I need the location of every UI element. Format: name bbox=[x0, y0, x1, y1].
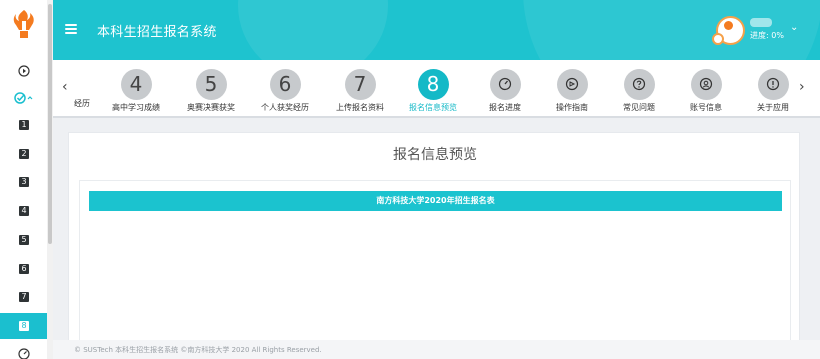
step-label: 高中学习成绩 bbox=[112, 103, 160, 112]
app-title: 本科生招生报名系统 bbox=[97, 25, 217, 40]
sidebar-item-steps-toggle[interactable] bbox=[0, 85, 48, 111]
step-label: 关于应用 bbox=[757, 103, 789, 112]
form-banner: 南方科技大学2020年招生报名表 bbox=[89, 191, 782, 211]
avatar-status-dot bbox=[712, 33, 724, 45]
step-item[interactable]: 6 个人获奖经历 bbox=[249, 69, 321, 113]
sidebar-item-step-5[interactable]: 5 bbox=[0, 227, 48, 253]
preview-container: 南方科技大学2020年招生报名表 bbox=[79, 180, 791, 350]
step-label: 操作指南 bbox=[556, 103, 588, 112]
sidebar-item-step-1[interactable]: 1 bbox=[0, 112, 48, 138]
step-item[interactable]: 5 奥赛决赛获奖 bbox=[175, 69, 247, 113]
step-item[interactable]: 4 高中学习成绩 bbox=[100, 69, 172, 113]
step-navigation: ‹ 经历 4 高中学习成绩 5 奥赛决赛获奖 6 个人获奖经历 7 上传报名资料… bbox=[53, 60, 820, 118]
step-number: 6 bbox=[269, 69, 301, 100]
chevron-down-icon[interactable]: ⌄ bbox=[790, 22, 798, 33]
chevron-left-icon[interactable]: ‹ bbox=[62, 79, 68, 95]
step-label: 账号信息 bbox=[690, 103, 722, 112]
step-number: 7 bbox=[344, 69, 376, 100]
step-number-badge: 2 bbox=[19, 149, 29, 159]
step-number-badge: 1 bbox=[19, 120, 29, 130]
top-header: 本科生招生报名系统 进度: 0% ⌄ bbox=[53, 0, 820, 60]
guide-icon bbox=[556, 69, 588, 100]
step-item[interactable]: 经历 bbox=[74, 98, 94, 109]
sidebar-item-step-6[interactable]: 6 bbox=[0, 256, 48, 282]
scrollbar-thumb[interactable] bbox=[48, 4, 52, 244]
account-icon bbox=[690, 69, 722, 100]
step-item[interactable]: 账号信息 bbox=[670, 69, 742, 113]
step-item[interactable]: 操作指南 bbox=[536, 69, 608, 113]
step-number-badge: 4 bbox=[19, 206, 29, 216]
sidebar-item-step-4[interactable]: 4 bbox=[0, 198, 48, 224]
step-number: 8 bbox=[417, 69, 449, 100]
step-number-badge: 7 bbox=[19, 292, 29, 302]
progress-text: 进度: 0% bbox=[750, 31, 784, 40]
step-number-badge: 6 bbox=[19, 264, 29, 274]
step-item[interactable]: 报名进度 bbox=[469, 69, 541, 113]
sidebar-item-step-3[interactable]: 3 bbox=[0, 169, 48, 195]
step-label: 常见问题 bbox=[623, 103, 655, 112]
gauge-icon bbox=[18, 348, 30, 359]
sidebar-item-step-7[interactable]: 7 bbox=[0, 284, 48, 310]
main-panel: 报名信息预览 南方科技大学2020年招生报名表 bbox=[68, 132, 800, 350]
step-label: 报名信息预览 bbox=[409, 103, 457, 112]
sidebar-item-step-8[interactable]: 8 bbox=[0, 313, 48, 339]
check-expand-icon bbox=[14, 92, 33, 104]
step-item[interactable]: 7 上传报名资料 bbox=[324, 69, 396, 113]
footer: © SUSTech 本科生招生报名系统 ©南方科技大学 2020 All Rig… bbox=[53, 340, 820, 359]
info-icon bbox=[757, 69, 789, 100]
chevron-right-icon[interactable]: › bbox=[799, 79, 805, 95]
step-label: 奥赛决赛获奖 bbox=[187, 103, 235, 112]
sustech-logo-icon bbox=[13, 10, 34, 38]
sidebar-item-progress[interactable] bbox=[0, 341, 48, 359]
header-decoration bbox=[238, 0, 388, 60]
step-item-active[interactable]: 8 报名信息预览 bbox=[397, 69, 469, 113]
step-label: 经历 bbox=[74, 99, 90, 108]
step-number: 4 bbox=[120, 69, 152, 100]
step-item[interactable]: 常见问题 bbox=[603, 69, 675, 113]
step-label: 个人获奖经历 bbox=[261, 103, 309, 112]
play-circle-icon bbox=[18, 65, 30, 77]
step-number: 5 bbox=[195, 69, 227, 100]
sidebar: 1 2 3 4 5 6 7 8 bbox=[0, 0, 48, 359]
step-number-badge: 5 bbox=[19, 235, 29, 245]
step-number-badge: 8 bbox=[19, 321, 29, 331]
step-label: 上传报名资料 bbox=[336, 103, 384, 112]
copyright-text: © SUSTech 本科生招生报名系统 ©南方科技大学 2020 All Rig… bbox=[74, 346, 322, 354]
gauge-icon bbox=[489, 69, 521, 100]
sidebar-item-step-2[interactable]: 2 bbox=[0, 141, 48, 167]
step-label: 报名进度 bbox=[489, 103, 521, 112]
sidebar-item-play[interactable] bbox=[0, 58, 48, 84]
step-number-badge: 3 bbox=[19, 177, 29, 187]
user-name[interactable] bbox=[750, 18, 772, 27]
page-title: 报名信息预览 bbox=[393, 147, 477, 163]
question-icon bbox=[623, 69, 655, 100]
hamburger-menu-icon[interactable] bbox=[65, 24, 77, 34]
